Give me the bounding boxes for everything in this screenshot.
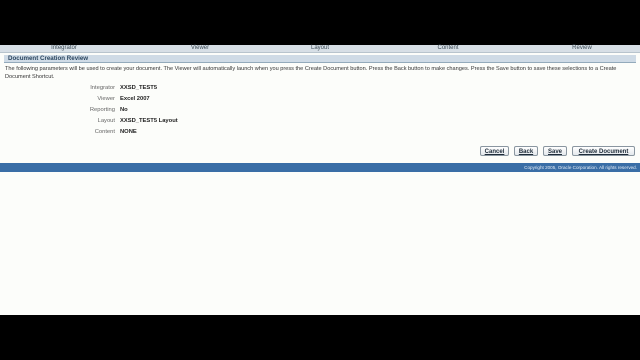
copyright-text: Copyright 2005, Oracle Corporation. All … bbox=[524, 165, 637, 170]
process-train: Integrator Viewer Layout Content Review bbox=[0, 45, 640, 53]
page-title: Document Creation Review bbox=[8, 55, 89, 62]
instruction-text: The following parameters will be used to… bbox=[5, 66, 617, 80]
train-step-viewer: Viewer bbox=[190, 45, 210, 51]
field-value: XXSD_TEST5 bbox=[120, 85, 158, 91]
field-content: Content NONE bbox=[0, 128, 300, 136]
save-button[interactable]: Save bbox=[543, 146, 567, 156]
footer-bar: Copyright 2005, Oracle Corporation. All … bbox=[0, 163, 640, 172]
field-integrator: Integrator XXSD_TEST5 bbox=[0, 84, 300, 92]
train-step-layout: Layout bbox=[310, 45, 330, 51]
train-step-content: Content bbox=[437, 45, 459, 51]
field-value: XXSD_TEST5 Layout bbox=[120, 118, 178, 124]
field-label: Integrator bbox=[90, 85, 115, 91]
field-layout: Layout XXSD_TEST5 Layout bbox=[0, 117, 300, 125]
train-step-review: Review bbox=[572, 45, 592, 51]
field-reporting: Reporting No bbox=[0, 106, 300, 114]
train-step-integrator: Integrator bbox=[51, 45, 77, 51]
field-label: Content bbox=[94, 129, 115, 135]
oracle-web-adi-page: Integrator Viewer Layout Content Review … bbox=[0, 45, 640, 315]
field-label: Layout bbox=[97, 118, 115, 124]
field-value: Excel 2007 bbox=[120, 96, 150, 102]
field-label: Viewer bbox=[97, 96, 115, 102]
section-header: Document Creation Review bbox=[4, 55, 636, 63]
field-value: No bbox=[120, 107, 128, 113]
field-value: NONE bbox=[120, 129, 137, 135]
field-label: Reporting bbox=[89, 107, 115, 113]
back-button[interactable]: Back bbox=[514, 146, 538, 156]
field-viewer: Viewer Excel 2007 bbox=[0, 95, 300, 103]
cancel-button[interactable]: Cancel bbox=[480, 146, 509, 156]
create-document-button[interactable]: Create Document bbox=[572, 146, 635, 156]
